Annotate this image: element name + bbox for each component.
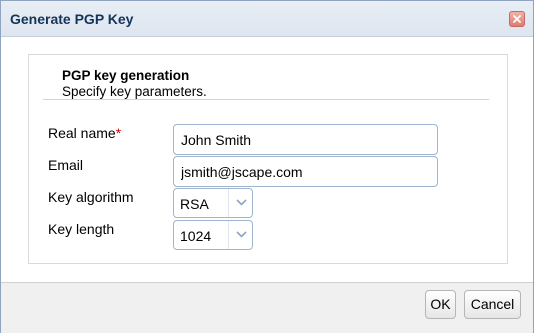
real-name-input[interactable] (173, 124, 438, 155)
close-button[interactable] (509, 11, 525, 27)
required-marker: * (115, 125, 122, 141)
email-input[interactable] (173, 156, 438, 187)
key-algorithm-label: Key algorithm (48, 189, 134, 205)
key-length-select[interactable]: 1024 (173, 220, 253, 250)
real-name-label-text: Real name (48, 125, 116, 141)
section-title: PGP key generation (62, 68, 190, 83)
email-label: Email (48, 157, 84, 173)
generate-pgp-key-dialog: Generate PGP Key PGP key generation Spec… (0, 0, 534, 333)
chevron-down-icon (236, 231, 247, 238)
section-subtitle: Specify key parameters. (62, 84, 207, 99)
dialog-titlebar[interactable]: Generate PGP Key (1, 1, 533, 37)
close-icon (513, 15, 521, 23)
key-algorithm-value: RSA (180, 196, 209, 212)
key-length-dropdown-button[interactable] (228, 221, 253, 249)
chevron-down-icon (236, 199, 247, 206)
key-length-label: Key length (48, 221, 115, 237)
key-length-value: 1024 (180, 228, 212, 244)
key-algorithm-select[interactable]: RSA (173, 188, 253, 218)
real-name-label: Real name* (48, 125, 121, 141)
dialog-title: Generate PGP Key (10, 11, 134, 27)
cancel-button[interactable]: Cancel (464, 290, 521, 319)
section-divider (43, 99, 489, 100)
key-algorithm-dropdown-button[interactable] (228, 189, 253, 217)
ok-button[interactable]: OK (425, 290, 456, 319)
